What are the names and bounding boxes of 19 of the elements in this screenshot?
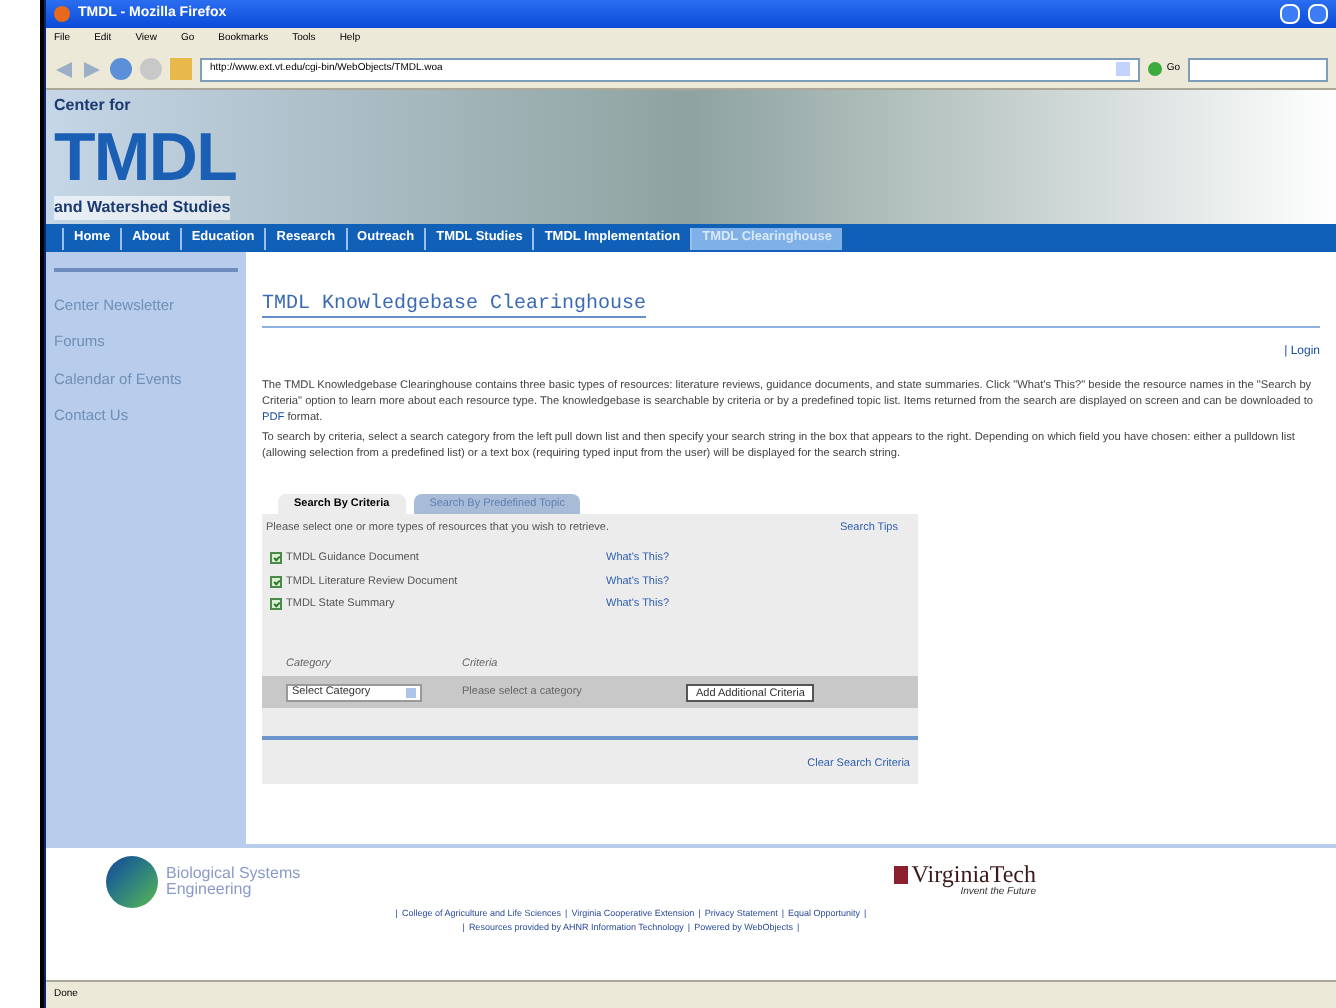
vt-logo-text: VirginiaTech xyxy=(911,862,1036,887)
bse-logo-text: Biological Systems xyxy=(166,866,301,882)
page-heading: TMDL Knowledgebase Clearinghouse xyxy=(262,294,647,318)
resource-checkbox[interactable] xyxy=(270,575,282,588)
banner-logo: TMDL xyxy=(54,123,239,191)
search-field[interactable] xyxy=(1188,57,1328,81)
banner-tagline: and Watershed Studies xyxy=(54,196,231,220)
forward-arrow-icon[interactable] xyxy=(82,59,102,79)
banner-subtitle: Center for xyxy=(54,94,133,118)
bse-logo-text: Engineering xyxy=(166,882,252,898)
check-icon xyxy=(272,555,280,563)
check-icon xyxy=(272,577,280,585)
maximize-button[interactable] xyxy=(1308,4,1328,24)
check-icon xyxy=(272,600,280,608)
resource-checkbox[interactable] xyxy=(270,552,282,565)
bse-logo-icon xyxy=(106,856,158,908)
minimize-button[interactable] xyxy=(1280,4,1300,24)
back-arrow-icon[interactable] xyxy=(54,59,74,79)
resource-checkbox[interactable] xyxy=(270,597,282,610)
